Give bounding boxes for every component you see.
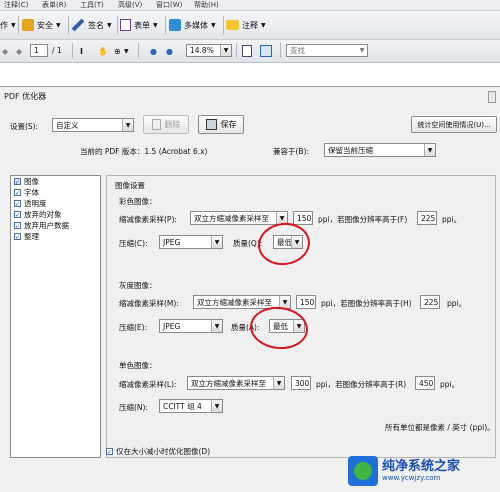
checkbox-icon[interactable]: ✓: [14, 211, 21, 219]
document-area: [0, 63, 500, 85]
gray-downsample-label: 缩减像素采样(M):: [119, 299, 179, 308]
color-ppi-unit: ppi。: [442, 215, 462, 224]
multimedia-icon: [169, 19, 181, 31]
category-list: ✓ 图像 ✓ 字体 ✓ 透明度 ✓ 放弃的对象 ✓ 放弃用户数据 ✓ 整理: [10, 175, 101, 458]
gray-images-title: 灰度图像：: [119, 281, 157, 290]
multimedia-button[interactable]: 多媒体 ▼: [169, 16, 216, 34]
menu-comment[interactable]: 注释(C): [4, 0, 28, 10]
fit-width-icon[interactable]: [260, 42, 272, 60]
zoom-tool-icon[interactable]: ⊕: [114, 42, 121, 60]
page-total: / 1: [52, 46, 62, 55]
list-item-transparency[interactable]: ✓ 透明度: [11, 198, 100, 209]
list-item-discard-user-data[interactable]: ✓ 放弃用户数据: [11, 220, 100, 231]
mono-ppi-input[interactable]: 300: [291, 376, 311, 390]
mono-downsample-select[interactable]: 双立方缩减像素采样至 ▼: [187, 376, 285, 390]
sign-button[interactable]: 签名 ▼: [71, 16, 112, 34]
color-above-input[interactable]: 225: [417, 211, 437, 225]
pen-icon: [71, 18, 85, 32]
watermark-name: 纯净系统之家: [382, 459, 461, 474]
compat-select[interactable]: 保留当前压缩 ▼: [324, 143, 436, 157]
page-number-input[interactable]: 1: [30, 44, 48, 57]
mono-above-input[interactable]: 450: [415, 376, 435, 390]
color-images-title: 彩色图像：: [119, 197, 157, 206]
mono-above-label: ppi，若图像分辨率高于(R): [316, 380, 407, 389]
color-downsample-label: 缩减像素采样(P):: [119, 215, 177, 224]
checkbox-icon[interactable]: ✓: [14, 200, 21, 208]
lock-icon: [22, 19, 34, 31]
find-input[interactable]: 查找 ▼: [286, 44, 368, 57]
site-logo-icon: [348, 456, 378, 486]
mono-images-title: 单色图像：: [119, 361, 157, 370]
checkbox-icon[interactable]: ✓: [14, 189, 21, 197]
space-audit-button[interactable]: 统计空间使用情况(U)...: [411, 116, 497, 133]
mono-compress-label: 压缩(N):: [119, 403, 148, 412]
checkbox-icon[interactable]: ✓: [14, 233, 21, 241]
prev-page-icon[interactable]: ◆: [2, 42, 8, 60]
security-button[interactable]: 安全 ▼: [22, 16, 61, 34]
zoom-dropdown-icon[interactable]: ▼: [124, 42, 129, 60]
next-page-icon[interactable]: ◆: [16, 42, 22, 60]
scrollbar-icon[interactable]: [488, 91, 496, 103]
form-icon: [120, 19, 131, 31]
gray-compress-select[interactable]: JPEG ▼: [159, 319, 223, 333]
fit-page-icon[interactable]: [242, 42, 252, 60]
optimize-only-smaller-option[interactable]: ✓ 仅在大小减小时优化图像(D): [106, 446, 210, 457]
zoom-in-icon[interactable]: ●: [166, 42, 173, 60]
hand-tool-icon[interactable]: ✋: [98, 42, 108, 60]
color-ppi-input[interactable]: 150: [293, 211, 313, 225]
mono-downsample-label: 缩减像素采样(L):: [119, 380, 177, 389]
color-downsample-select[interactable]: 双立方缩减像素采样至 ▼: [190, 211, 288, 225]
gray-compress-label: 压缩(E):: [119, 323, 148, 332]
color-compress-select[interactable]: JPEG ▼: [159, 235, 223, 249]
settings-select[interactable]: 自定义 ▼: [52, 118, 134, 132]
watermark-url: www.ycwjzy.com: [382, 474, 441, 482]
forms-button[interactable]: 表单 ▼: [120, 16, 158, 34]
zoom-level-select[interactable]: 14.8% ▼: [186, 44, 232, 57]
site-watermark: 纯净系统之家 www.ycwjzy.com: [348, 452, 498, 490]
disk-icon: [205, 119, 217, 130]
gray-ppi-input[interactable]: 150: [296, 295, 316, 309]
list-item-clean-up[interactable]: ✓ 整理: [11, 231, 100, 242]
color-compress-label: 压缩(C):: [119, 239, 148, 248]
delete-button[interactable]: 删除: [143, 115, 189, 134]
checkbox-icon[interactable]: ✓: [106, 448, 113, 456]
main-toolbar: 作 ▼ 安全 ▼ 签名 ▼ 表单 ▼ 多媒体 ▼ 注释 ▼: [0, 11, 500, 40]
dialog-title: PDF 优化器: [4, 92, 47, 101]
comment-icon: [226, 20, 239, 30]
gray-above-input[interactable]: 225: [420, 295, 440, 309]
text-select-icon[interactable]: I: [80, 42, 83, 60]
navigation-toolbar: ◆ ◆ 1 / 1 I ✋ ⊕ ▼ ● ● 14.8% ▼ 查找 ▼: [0, 40, 500, 63]
zoom-out-icon[interactable]: ●: [150, 42, 157, 60]
checkbox-icon[interactable]: ✓: [14, 178, 21, 186]
menu-tools[interactable]: 工具(T): [80, 0, 104, 10]
comment-button[interactable]: 注释 ▼: [226, 16, 266, 34]
list-item-fonts[interactable]: ✓ 字体: [11, 187, 100, 198]
menu-advanced[interactable]: 高级(V): [118, 0, 142, 10]
mono-ppi-unit: ppi。: [440, 380, 460, 389]
pdf-optimizer-dialog: PDF 优化器 设置(S): 自定义 ▼ 删除 保存 统计空间使用情况(U)...…: [0, 86, 500, 492]
pdf-version-text: 当前的 PDF 版本：1.5 (Acrobat 6.x): [80, 147, 208, 156]
menu-forms[interactable]: 表单(R): [42, 0, 66, 10]
list-item-discard-objects[interactable]: ✓ 放弃的对象: [11, 209, 100, 220]
gray-ppi-unit: ppi。: [447, 299, 467, 308]
save-button[interactable]: 保存: [198, 115, 244, 134]
list-item-images[interactable]: ✓ 图像: [11, 176, 100, 187]
compat-label: 兼容于(B):: [273, 147, 310, 156]
create-button[interactable]: 作 ▼: [0, 16, 16, 34]
image-settings-title: 图像设置: [115, 181, 145, 190]
color-above-label: ppi，若图像分辨率高于(F): [318, 215, 408, 224]
gray-above-label: ppi，若图像分辨率高于(H): [321, 299, 412, 308]
mono-compress-select[interactable]: CCITT 组 4 ▼: [159, 399, 223, 413]
menu-help[interactable]: 帮助(H): [194, 0, 219, 10]
menu-bar: 注释(C) 表单(R) 工具(T) 高级(V) 窗口(W) 帮助(H): [0, 0, 500, 11]
menu-window[interactable]: 窗口(W): [156, 0, 182, 10]
trash-icon: [151, 119, 161, 130]
checkbox-icon[interactable]: ✓: [14, 222, 21, 230]
settings-label: 设置(S):: [10, 122, 39, 131]
unit-note: 所有单位都是像素 / 英寸 (ppi)。: [385, 423, 495, 432]
